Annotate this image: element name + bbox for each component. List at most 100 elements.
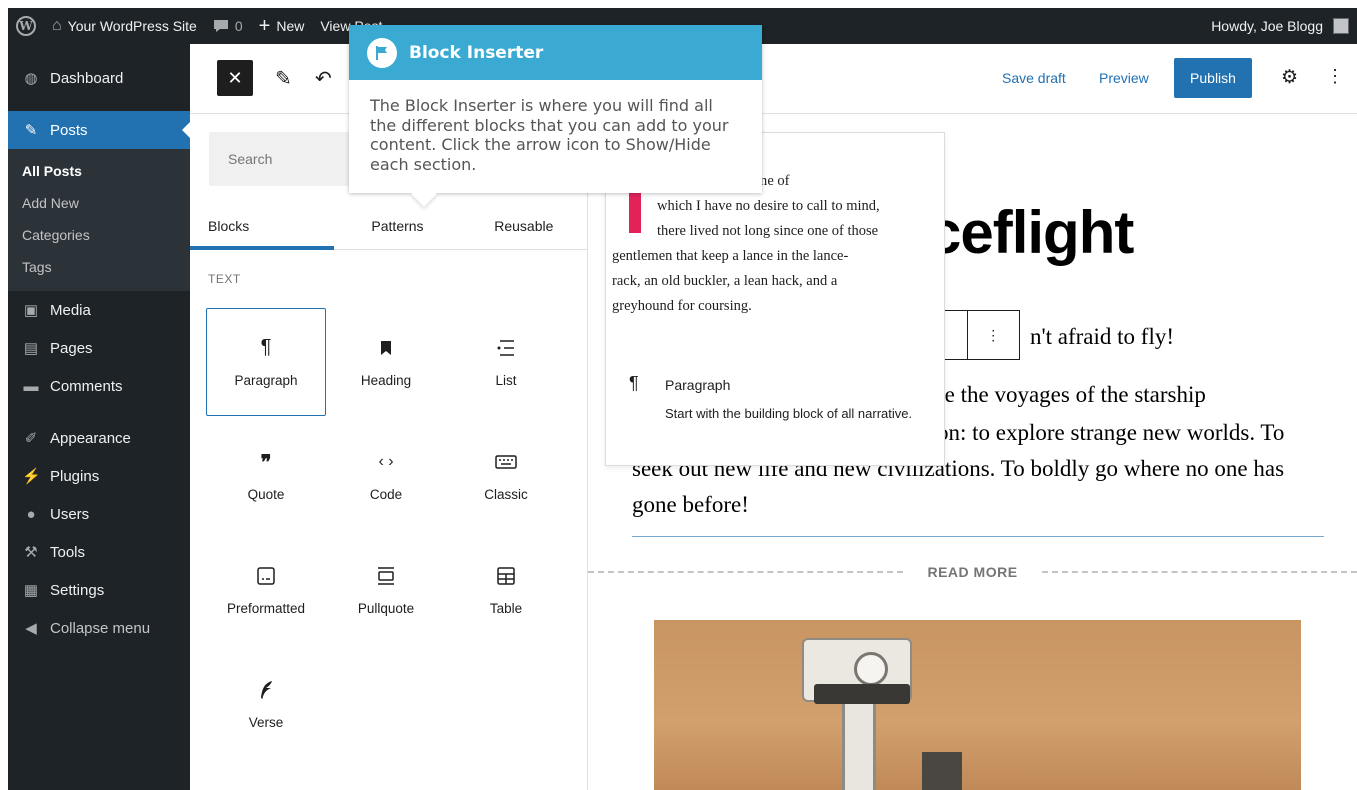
comment-icon [213,19,229,33]
close-inserter-button[interactable]: ✕ [217,60,253,96]
collapse-icon: ◀ [25,620,37,637]
menu-label: Pages [50,339,93,357]
rover-cameras [814,684,910,704]
submenu-tags[interactable]: Tags [8,251,190,283]
tab-reusable[interactable]: Reusable [461,202,587,249]
bookmark-icon [380,337,392,359]
block-preformatted[interactable]: Preformatted [206,536,326,644]
read-more-label: READ MORE [927,564,1018,580]
pages-icon: ▤ [23,340,39,357]
settings-icon: ▦ [23,582,39,599]
section-title[interactable]: TEXT [208,272,241,286]
block-label: Classic [484,486,528,502]
new-label: New [276,18,305,34]
block-table[interactable]: Table [446,536,566,644]
list-icon [496,337,516,359]
block-inserter-panel: Blocks Patterns Reusable TEXT ¶ Paragrap… [190,114,588,790]
new-content-menu[interactable]: + New [251,8,313,44]
menu-media[interactable]: ▣ Media [8,291,190,329]
code-icon: ‹ › [378,452,394,470]
block-label: Quote [247,486,285,502]
preview-block-description: Start with the building block of all nar… [665,406,913,421]
preview-block-name: Paragraph [665,377,731,393]
home-icon: ⌂ [52,17,62,34]
block-list[interactable]: List [446,308,566,416]
more-options-icon[interactable]: ⋮ [966,311,1020,359]
close-icon: ✕ [227,67,243,88]
save-draft-button[interactable]: Save draft [1002,70,1066,86]
submenu-all-posts[interactable]: All Posts [8,155,190,187]
menu-label: Tools [50,543,86,561]
submenu-add-new[interactable]: Add New [8,187,190,219]
publish-button[interactable]: Publish [1174,58,1252,98]
menu-dashboard[interactable]: ◍ Dashboard [8,59,190,97]
dashboard-icon: ◍ [24,70,38,87]
comments-menu[interactable]: 0 [205,8,251,44]
menu-label: Posts [50,121,88,139]
flag-icon [367,37,397,68]
block-paragraph[interactable]: ¶ Paragraph [206,308,326,416]
edit-tool-icon[interactable]: ✎ [275,66,292,91]
plug-icon: ⚡ [22,468,41,485]
keyboard-icon [495,451,517,473]
comment-icon: ▬ [23,377,39,395]
tooltip-header: Block Inserter [349,25,762,80]
menu-settings[interactable]: ▦ Settings [8,571,190,609]
preview-line: gentlemen that keep a lance in the lance… [612,248,849,264]
menu-plugins[interactable]: ⚡ Plugins [8,457,190,495]
block-label: Verse [248,714,284,730]
tab-blocks[interactable]: Blocks [190,202,335,250]
menu-tools[interactable]: ⚒ Tools [8,533,190,571]
menu-comments[interactable]: ▬ Comments [8,367,190,405]
menu-label: Plugins [50,467,100,485]
post-subtitle[interactable]: n't afraid to fly! [1030,324,1174,350]
dashed-line [588,571,904,573]
block-pullquote[interactable]: Pullquote [326,536,446,644]
menu-pages[interactable]: ▤ Pages [8,329,190,367]
body-line[interactable]: on: to explore strange new worlds. To [937,420,1284,446]
feather-icon [258,679,274,701]
avatar [1333,18,1349,34]
submenu-categories[interactable]: Categories [8,219,190,251]
wrench-icon: ⚒ [24,544,38,561]
block-heading[interactable]: Heading [326,308,446,416]
block-quote[interactable]: ❞ Quote [206,422,326,530]
tab-patterns[interactable]: Patterns [334,202,460,249]
greeting: Howdy, Joe Blogg [1211,18,1323,34]
preview-line: rack, an old buckler, a lean hack, and a [612,273,838,289]
wp-logo-menu[interactable]: W [8,8,44,44]
menu-label: Collapse menu [50,619,151,637]
block-label: Preformatted [226,600,306,616]
menu-label: Settings [50,581,105,599]
block-classic[interactable]: Classic [446,422,566,530]
body-line[interactable]: re the voyages of the starship [937,382,1206,408]
brush-icon: ✐ [24,430,38,447]
rover-mast [842,702,876,790]
menu-label: Dashboard [50,69,124,87]
my-account-menu[interactable]: Howdy, Joe Blogg [1203,8,1357,44]
block-inserter-tooltip: Block Inserter The Block Inserter is whe… [349,25,762,193]
more-options-icon[interactable]: ⋮ [1326,66,1344,87]
undo-icon[interactable]: ↶ [315,66,332,91]
preformatted-icon [257,565,275,587]
table-icon [497,565,515,587]
preview-button[interactable]: Preview [1099,70,1149,86]
quote-icon: ❞ [260,449,272,474]
block-code[interactable]: ‹ › Code [326,422,446,530]
rover-antenna [922,752,962,790]
post-title[interactable]: ceflight [928,198,1134,267]
media-icon: ▣ [23,302,39,319]
gear-icon[interactable]: ⚙ [1281,66,1298,89]
body-line[interactable]: gone before! [632,492,749,518]
dashed-line [1041,571,1357,573]
block-verse[interactable]: Verse [206,650,326,758]
menu-label: Users [50,505,90,523]
preview-line: greyhound for coursing. [612,298,752,314]
site-name-menu[interactable]: ⌂ Your WordPress Site [44,8,205,44]
menu-users[interactable]: ● Users [8,495,190,533]
menu-posts[interactable]: ✎ Posts [8,111,190,149]
read-more-divider[interactable]: READ MORE [588,562,1357,582]
menu-collapse[interactable]: ◀ Collapse menu [8,609,190,647]
featured-image[interactable] [654,620,1301,790]
menu-appearance[interactable]: ✐ Appearance [8,419,190,457]
